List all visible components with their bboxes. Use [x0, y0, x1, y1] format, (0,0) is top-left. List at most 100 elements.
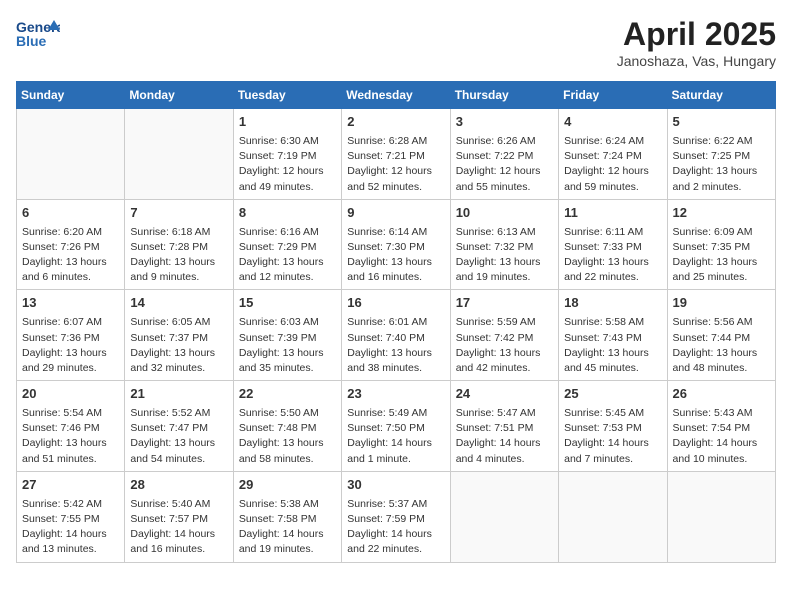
day-info: Sunrise: 6:22 AM Sunset: 7:25 PM Dayligh…: [673, 134, 770, 195]
logo-icon: General Blue: [16, 16, 60, 52]
day-info: Sunrise: 6:11 AM Sunset: 7:33 PM Dayligh…: [564, 225, 661, 286]
day-number: 17: [456, 294, 553, 313]
day-info: Sunrise: 5:56 AM Sunset: 7:44 PM Dayligh…: [673, 315, 770, 376]
calendar-day-cell: 3 Sunrise: 6:26 AM Sunset: 7:22 PM Daylig…: [450, 109, 558, 200]
calendar-day-cell: 29 Sunrise: 5:38 AM Sunset: 7:58 PM Dayli…: [233, 471, 341, 562]
calendar-day-cell: [450, 471, 558, 562]
calendar-week-row: 13 Sunrise: 6:07 AM Sunset: 7:36 PM Dayli…: [17, 290, 776, 381]
day-info: Sunrise: 6:13 AM Sunset: 7:32 PM Dayligh…: [456, 225, 553, 286]
day-number: 12: [673, 204, 770, 223]
title-block: April 2025 Janoshaza, Vas, Hungary: [617, 16, 776, 69]
calendar-header-row: SundayMondayTuesdayWednesdayThursdayFrid…: [17, 82, 776, 109]
day-number: 10: [456, 204, 553, 223]
day-number: 18: [564, 294, 661, 313]
calendar-day-cell: 6Sunrise: 6:20 AM Sunset: 7:26 PM Daylig…: [17, 199, 125, 290]
day-info: Sunrise: 6:30 AM Sunset: 7:19 PM Dayligh…: [239, 134, 336, 195]
day-number: 4: [564, 113, 661, 132]
day-info: Sunrise: 6:03 AM Sunset: 7:39 PM Dayligh…: [239, 315, 336, 376]
day-of-week-header: Saturday: [667, 82, 775, 109]
day-info: Sunrise: 5:42 AM Sunset: 7:55 PM Dayligh…: [22, 497, 119, 558]
day-info: Sunrise: 6:07 AM Sunset: 7:36 PM Dayligh…: [22, 315, 119, 376]
calendar-day-cell: [559, 471, 667, 562]
day-number: 1: [239, 113, 336, 132]
day-info: Sunrise: 6:28 AM Sunset: 7:21 PM Dayligh…: [347, 134, 444, 195]
calendar-day-cell: [125, 109, 233, 200]
day-info: Sunrise: 5:40 AM Sunset: 7:57 PM Dayligh…: [130, 497, 227, 558]
day-number: 3: [456, 113, 553, 132]
calendar-week-row: 27 Sunrise: 5:42 AM Sunset: 7:55 PM Dayli…: [17, 471, 776, 562]
calendar-day-cell: 21 Sunrise: 5:52 AM Sunset: 7:47 PM Dayli…: [125, 381, 233, 472]
day-of-week-header: Sunday: [17, 82, 125, 109]
calendar-day-cell: 23 Sunrise: 5:49 AM Sunset: 7:50 PM Dayli…: [342, 381, 450, 472]
calendar-day-cell: 30Sunrise: 5:37 AM Sunset: 7:59 PM Dayli…: [342, 471, 450, 562]
day-info: Sunrise: 6:16 AM Sunset: 7:29 PM Dayligh…: [239, 225, 336, 286]
calendar-day-cell: [667, 471, 775, 562]
calendar-day-cell: 16 Sunrise: 6:01 AM Sunset: 7:40 PM Dayli…: [342, 290, 450, 381]
calendar-day-cell: 13 Sunrise: 6:07 AM Sunset: 7:36 PM Dayli…: [17, 290, 125, 381]
calendar-day-cell: 15 Sunrise: 6:03 AM Sunset: 7:39 PM Dayli…: [233, 290, 341, 381]
day-of-week-header: Friday: [559, 82, 667, 109]
day-number: 24: [456, 385, 553, 404]
day-number: 22: [239, 385, 336, 404]
day-info: Sunrise: 6:24 AM Sunset: 7:24 PM Dayligh…: [564, 134, 661, 195]
day-info: Sunrise: 5:38 AM Sunset: 7:58 PM Dayligh…: [239, 497, 336, 558]
calendar-day-cell: 4 Sunrise: 6:24 AM Sunset: 7:24 PM Daylig…: [559, 109, 667, 200]
page-header: General Blue April 2025 Janoshaza, Vas, …: [16, 16, 776, 69]
day-number: 6: [22, 204, 119, 223]
day-number: 7: [130, 204, 227, 223]
calendar-day-cell: 27 Sunrise: 5:42 AM Sunset: 7:55 PM Dayli…: [17, 471, 125, 562]
day-number: 11: [564, 204, 661, 223]
day-number: 20: [22, 385, 119, 404]
day-info: Sunrise: 5:45 AM Sunset: 7:53 PM Dayligh…: [564, 406, 661, 467]
day-number: 28: [130, 476, 227, 495]
calendar-week-row: 20Sunrise: 5:54 AM Sunset: 7:46 PM Dayli…: [17, 381, 776, 472]
day-number: 5: [673, 113, 770, 132]
calendar-day-cell: [17, 109, 125, 200]
calendar-day-cell: 7Sunrise: 6:18 AM Sunset: 7:28 PM Daylig…: [125, 199, 233, 290]
day-number: 2: [347, 113, 444, 132]
day-info: Sunrise: 5:52 AM Sunset: 7:47 PM Dayligh…: [130, 406, 227, 467]
calendar-day-cell: 12 Sunrise: 6:09 AM Sunset: 7:35 PM Dayli…: [667, 199, 775, 290]
logo: General Blue: [16, 16, 64, 52]
day-info: Sunrise: 6:01 AM Sunset: 7:40 PM Dayligh…: [347, 315, 444, 376]
calendar-week-row: 6Sunrise: 6:20 AM Sunset: 7:26 PM Daylig…: [17, 199, 776, 290]
calendar-day-cell: 20Sunrise: 5:54 AM Sunset: 7:46 PM Dayli…: [17, 381, 125, 472]
calendar-day-cell: 18 Sunrise: 5:58 AM Sunset: 7:43 PM Dayli…: [559, 290, 667, 381]
day-info: Sunrise: 6:26 AM Sunset: 7:22 PM Dayligh…: [456, 134, 553, 195]
day-number: 21: [130, 385, 227, 404]
calendar-day-cell: 5 Sunrise: 6:22 AM Sunset: 7:25 PM Daylig…: [667, 109, 775, 200]
day-number: 26: [673, 385, 770, 404]
calendar-day-cell: 19Sunrise: 5:56 AM Sunset: 7:44 PM Dayli…: [667, 290, 775, 381]
day-number: 9: [347, 204, 444, 223]
day-info: Sunrise: 5:47 AM Sunset: 7:51 PM Dayligh…: [456, 406, 553, 467]
month-title: April 2025: [617, 16, 776, 53]
day-of-week-header: Thursday: [450, 82, 558, 109]
day-of-week-header: Tuesday: [233, 82, 341, 109]
svg-text:Blue: Blue: [16, 33, 47, 49]
day-info: Sunrise: 5:43 AM Sunset: 7:54 PM Dayligh…: [673, 406, 770, 467]
day-number: 15: [239, 294, 336, 313]
day-of-week-header: Monday: [125, 82, 233, 109]
calendar-day-cell: 22Sunrise: 5:50 AM Sunset: 7:48 PM Dayli…: [233, 381, 341, 472]
calendar-day-cell: 28 Sunrise: 5:40 AM Sunset: 7:57 PM Dayli…: [125, 471, 233, 562]
calendar-day-cell: 1 Sunrise: 6:30 AM Sunset: 7:19 PM Daylig…: [233, 109, 341, 200]
day-number: 29: [239, 476, 336, 495]
calendar-table: SundayMondayTuesdayWednesdayThursdayFrid…: [16, 81, 776, 563]
calendar-day-cell: 11 Sunrise: 6:11 AM Sunset: 7:33 PM Dayli…: [559, 199, 667, 290]
calendar-day-cell: 10 Sunrise: 6:13 AM Sunset: 7:32 PM Dayli…: [450, 199, 558, 290]
day-number: 8: [239, 204, 336, 223]
day-number: 13: [22, 294, 119, 313]
calendar-week-row: 1 Sunrise: 6:30 AM Sunset: 7:19 PM Daylig…: [17, 109, 776, 200]
day-info: Sunrise: 5:59 AM Sunset: 7:42 PM Dayligh…: [456, 315, 553, 376]
calendar-day-cell: 9Sunrise: 6:14 AM Sunset: 7:30 PM Daylig…: [342, 199, 450, 290]
day-info: Sunrise: 5:49 AM Sunset: 7:50 PM Dayligh…: [347, 406, 444, 467]
calendar-day-cell: 26 Sunrise: 5:43 AM Sunset: 7:54 PM Dayli…: [667, 381, 775, 472]
day-number: 23: [347, 385, 444, 404]
day-number: 27: [22, 476, 119, 495]
calendar-day-cell: 25 Sunrise: 5:45 AM Sunset: 7:53 PM Dayli…: [559, 381, 667, 472]
day-number: 14: [130, 294, 227, 313]
day-info: Sunrise: 6:09 AM Sunset: 7:35 PM Dayligh…: [673, 225, 770, 286]
day-info: Sunrise: 5:58 AM Sunset: 7:43 PM Dayligh…: [564, 315, 661, 376]
day-number: 16: [347, 294, 444, 313]
day-number: 25: [564, 385, 661, 404]
